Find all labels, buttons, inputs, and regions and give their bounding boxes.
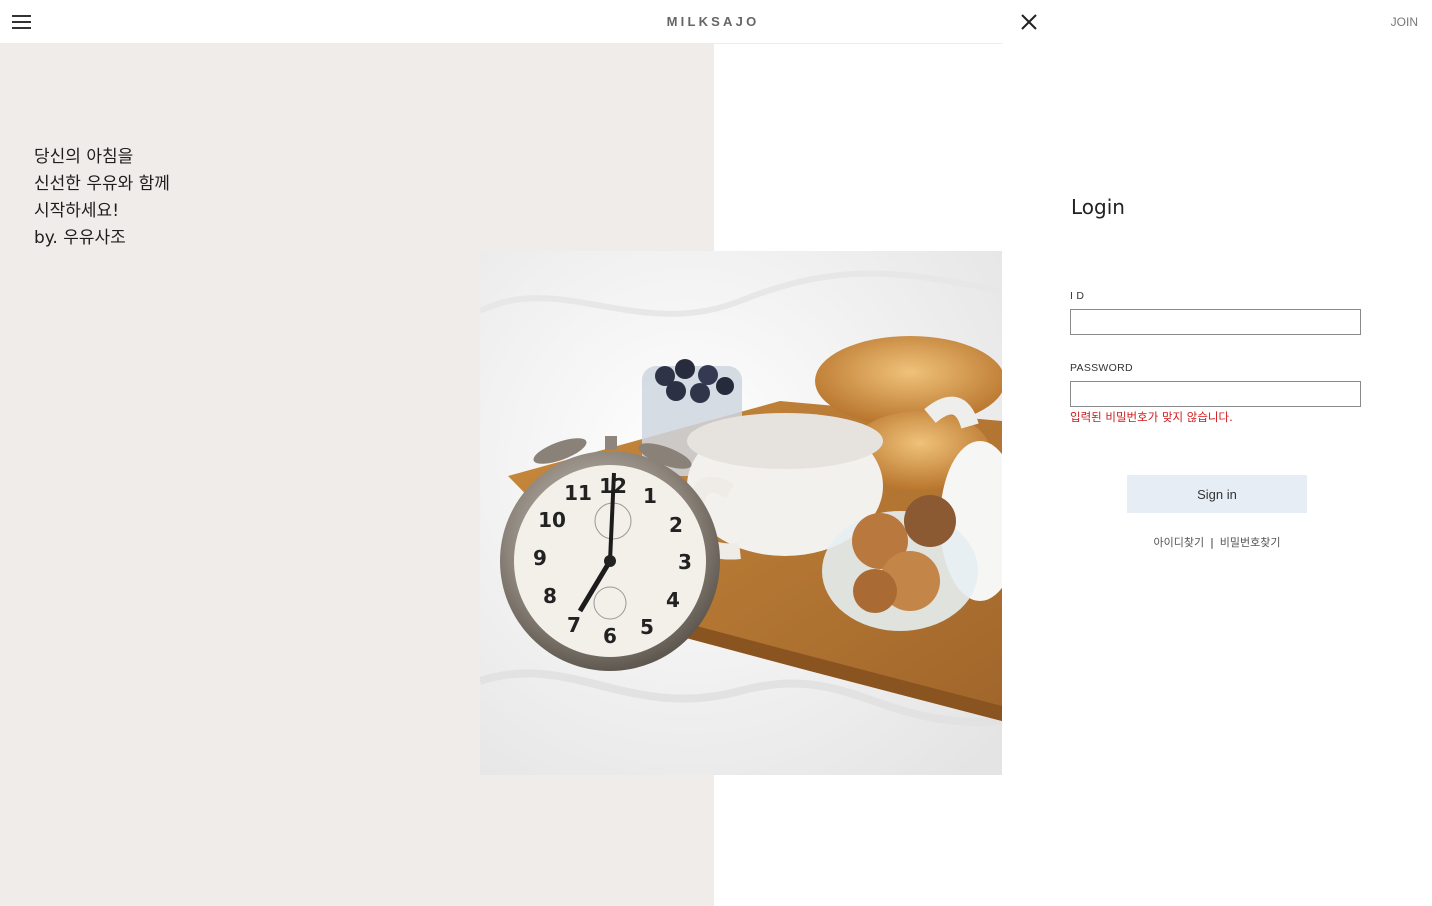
- close-icon[interactable]: [1019, 12, 1039, 32]
- password-error-message: 입력된 비밀번호가 맞지 않습니다.: [1070, 410, 1233, 424]
- find-id-link[interactable]: 아이디찾기: [1153, 536, 1204, 549]
- login-title: Login: [1071, 195, 1125, 219]
- link-separator: |: [1210, 536, 1214, 549]
- join-link[interactable]: JOIN: [1391, 15, 1418, 29]
- svg-text:3: 3: [678, 550, 692, 574]
- id-input[interactable]: [1070, 309, 1361, 335]
- svg-text:5: 5: [640, 615, 654, 639]
- breakfast-photo: 12 1 2 3 4 5 6 7 8 9 10 11: [480, 251, 1002, 775]
- tagline-line: 시작하세요!: [34, 201, 120, 221]
- svg-text:8: 8: [543, 584, 557, 608]
- svg-text:4: 4: [666, 588, 680, 612]
- svg-text:1: 1: [643, 484, 657, 508]
- svg-text:9: 9: [533, 546, 547, 570]
- id-label: I D: [1070, 290, 1085, 302]
- svg-text:10: 10: [538, 508, 566, 532]
- tagline-line: by. 우유사조: [34, 228, 126, 248]
- svg-text:7: 7: [567, 613, 581, 637]
- hero-tagline: 당신의 아침을 신선한 우유와 함께 시작하세요! by. 우유사조: [34, 144, 170, 252]
- svg-text:6: 6: [603, 624, 617, 648]
- tagline-line: 당신의 아침을: [34, 147, 134, 167]
- svg-text:11: 11: [564, 481, 592, 505]
- find-password-link[interactable]: 비밀번호찾기: [1220, 536, 1281, 549]
- svg-text:2: 2: [669, 513, 683, 537]
- login-panel: [1002, 0, 1432, 906]
- find-account-links: 아이디찾기 | 비밀번호찾기: [1070, 534, 1364, 550]
- password-input[interactable]: [1070, 381, 1361, 407]
- sign-in-button[interactable]: Sign in: [1127, 475, 1307, 513]
- tagline-line: 신선한 우유와 함께: [34, 174, 170, 194]
- password-label: PASSWORD: [1070, 362, 1133, 374]
